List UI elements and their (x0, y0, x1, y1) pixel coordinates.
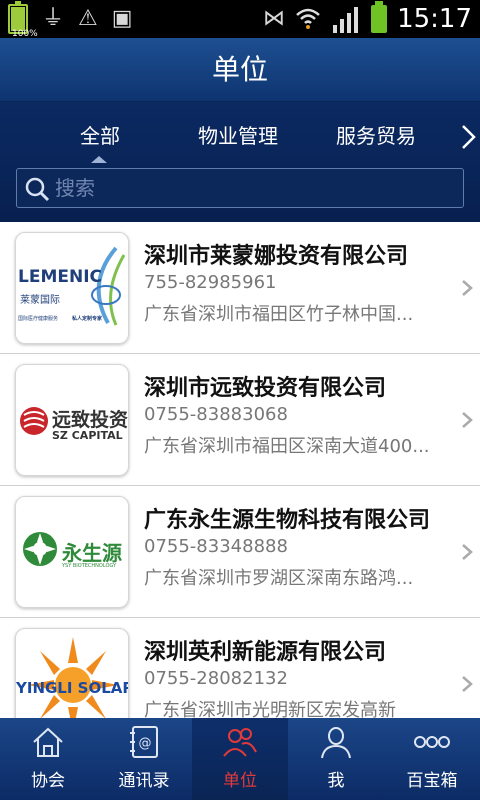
more-dots-icon (414, 736, 450, 748)
company-logo: YINGLI SOLAR (15, 628, 129, 718)
battery-charging-icon (371, 1, 388, 33)
status-bar: 100% ⏚ ⚠ ▣ ⋈ 15:17 (0, 0, 480, 39)
search-input[interactable] (55, 173, 455, 203)
company-logo: 永生源 YSY BIOTECHNOLOGY (15, 496, 129, 608)
page-title: 单位 (211, 53, 268, 86)
company-phone: 0755-28082132 (144, 668, 288, 689)
logo-text: LEMENIC (18, 267, 103, 287)
nav-item-me[interactable]: 我 (288, 718, 384, 800)
company-name: 深圳市远致投资有限公司 (144, 376, 387, 401)
lemenic-logo-image (91, 246, 126, 326)
company-name: 深圳英利新能源有限公司 (144, 640, 387, 665)
warning-icon: ⚠ (78, 6, 98, 31)
nav-label: 百宝箱 (406, 771, 458, 791)
chevron-right-icon[interactable] (458, 122, 480, 152)
company-phone: 0755-83883068 (144, 404, 288, 425)
home-icon (33, 727, 63, 757)
contacts-book-icon: @ (130, 726, 158, 758)
company-address: 广东省深圳市光明新区宏发高新 (144, 700, 396, 718)
company-list: LEMENIC 莱蒙国际 国际医疗健康服务 私人定制专家 深圳市莱蒙娜投资有限公… (0, 222, 480, 718)
sd-card-icon: ▣ (111, 6, 133, 31)
list-item[interactable]: YINGLI SOLAR 深圳英利新能源有限公司 0755-28082132 广… (0, 618, 480, 718)
nav-item-organizations[interactable]: 单位 (192, 718, 288, 800)
search-box (16, 168, 464, 208)
filter-bar: 全部 物业管理 服务贸易 (0, 102, 480, 222)
tab-all[interactable]: 全部 (80, 120, 120, 149)
nav-item-toolbox[interactable]: 百宝箱 (384, 718, 480, 800)
group-icon (223, 728, 257, 757)
category-tabs: 全部 物业管理 服务贸易 (0, 112, 480, 163)
nav-label: 单位 (223, 771, 257, 791)
company-name: 深圳市莱蒙娜投资有限公司 (144, 244, 409, 269)
nav-label: 协会 (31, 771, 65, 791)
tab-property-management[interactable]: 物业管理 (198, 120, 278, 149)
chevron-right-icon (462, 280, 473, 296)
logo-text: 远致投资 (52, 409, 129, 431)
signal-icon (333, 7, 359, 33)
nav-item-association[interactable]: 协会 (0, 718, 96, 800)
tab-service-trade[interactable]: 服务贸易 (336, 120, 416, 149)
search-icon (25, 177, 50, 202)
clock: 15:17 (397, 4, 472, 34)
logo-text: 永生源 (62, 541, 122, 565)
title-bar: 单位 (0, 38, 480, 102)
company-phone: 755-82985961 (144, 272, 277, 293)
nav-label: 我 (327, 771, 345, 791)
company-address: 广东省深圳市罗湖区深南东路鸿... (144, 568, 414, 589)
nav-label: 通讯录 (118, 771, 170, 791)
logo-text: 国际医疗健康服务 (18, 316, 59, 322)
list-item[interactable]: LEMENIC 莱蒙国际 国际医疗健康服务 私人定制专家 深圳市莱蒙娜投资有限公… (0, 222, 480, 354)
company-logo: 远致投资 SZ CAPITAL (15, 364, 129, 476)
svg-text:@: @ (139, 736, 152, 751)
company-name: 广东永生源生物科技有限公司 (144, 508, 431, 533)
logo-text: SZ CAPITAL (52, 429, 123, 442)
chevron-right-icon (462, 676, 473, 692)
company-address: 广东省深圳市福田区竹子林中国... (144, 304, 414, 325)
logo-text: YSY BIOTECHNOLOGY (62, 563, 117, 569)
logo-text: YINGLI SOLAR (16, 679, 129, 697)
person-icon (321, 727, 351, 759)
chevron-right-icon (462, 544, 473, 560)
nav-item-contacts[interactable]: @ 通讯录 (96, 718, 192, 800)
wifi-icon (296, 8, 320, 29)
bottom-nav: 协会 @ 通讯录 单位 我 百宝箱 (0, 718, 480, 800)
list-item[interactable]: 永生源 YSY BIOTECHNOLOGY 广东永生源生物科技有限公司 0755… (0, 486, 480, 618)
logo-text: 私人定制专家 (72, 316, 103, 322)
list-item[interactable]: 远致投资 SZ CAPITAL 深圳市远致投资有限公司 0755-8388306… (0, 354, 480, 486)
company-phone: 0755-83348888 (144, 536, 288, 557)
tab-selected-indicator (91, 156, 107, 163)
chevron-right-icon (462, 412, 473, 428)
usb-icon: ⏚ (42, 6, 65, 31)
yingli-logo-image (28, 637, 118, 718)
company-address: 广东省深圳市福田区深南大道400... (144, 436, 430, 457)
vibrate-icon: ⋈ (263, 6, 286, 31)
company-logo: LEMENIC 莱蒙国际 国际医疗健康服务 私人定制专家 (15, 232, 129, 344)
logo-text: 莱蒙国际 (20, 295, 60, 306)
